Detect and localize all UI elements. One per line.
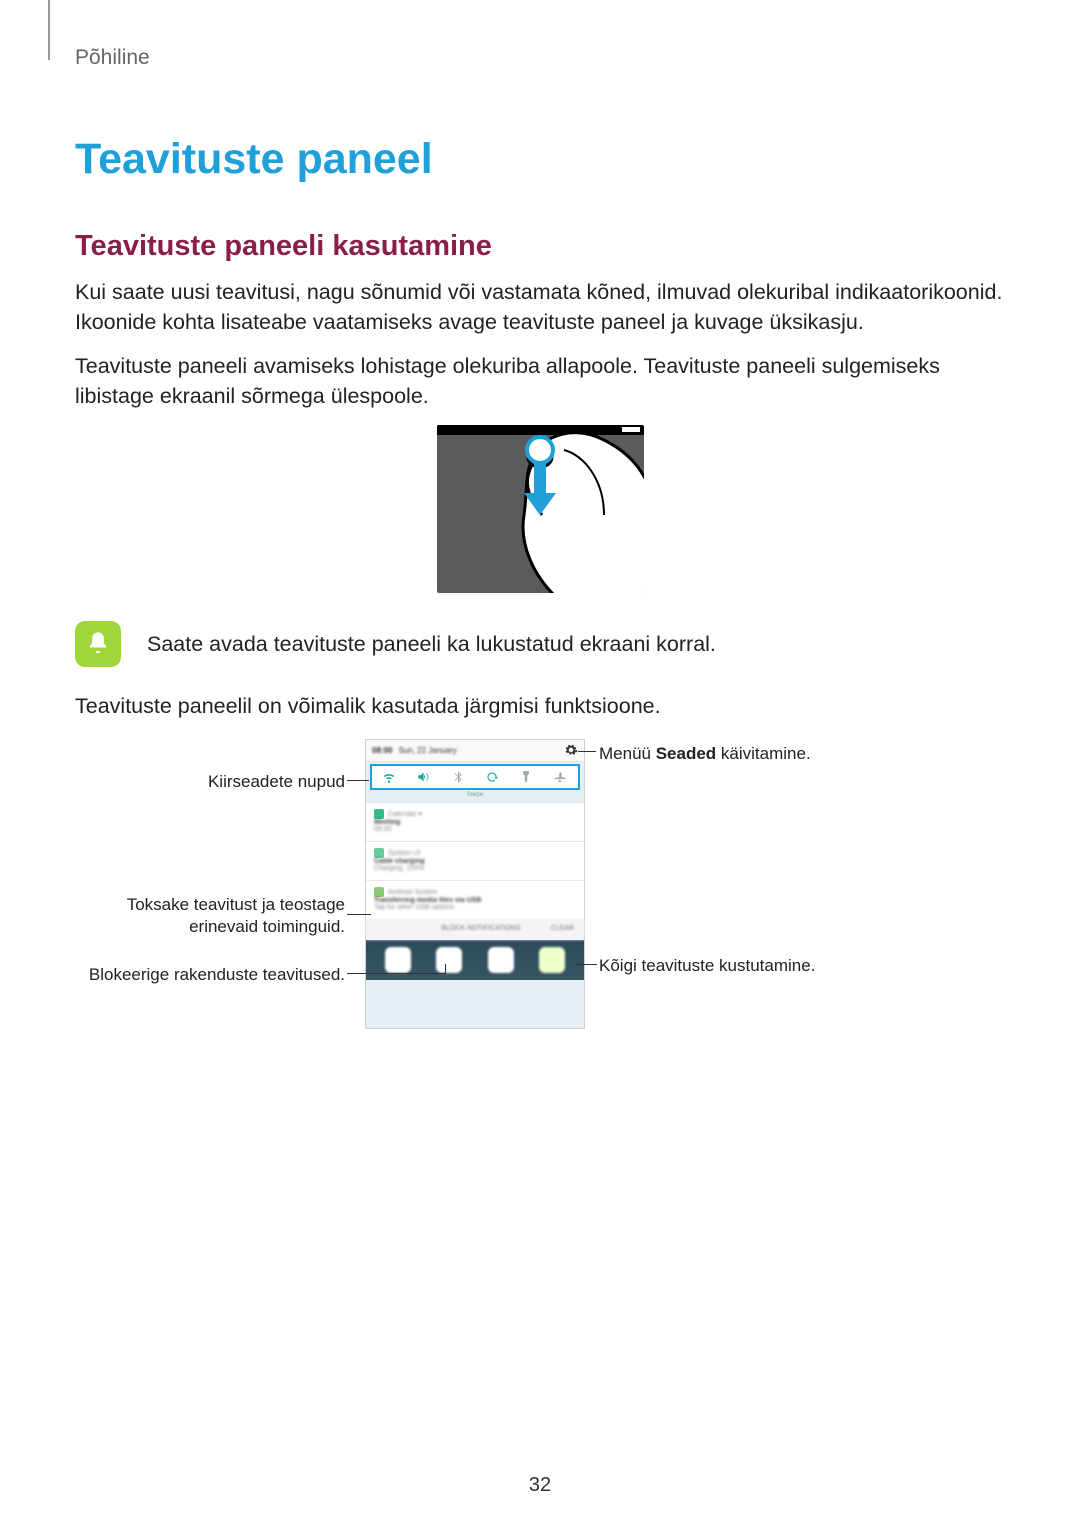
callout-bold: Seaded bbox=[656, 744, 716, 763]
phone-statusbar: 08:00 Sun, 22 January bbox=[366, 740, 584, 762]
callout-block-notifications: Blokeerige rakenduste teavitused. bbox=[75, 964, 345, 985]
notification-actions-row: BLOCK NOTIFICATIONS CLEAR bbox=[366, 919, 584, 940]
callout-line: Toksake teavitust ja teostage bbox=[127, 895, 345, 914]
sound-icon[interactable] bbox=[416, 770, 430, 784]
callout-tap-notification: Toksake teavitust ja teostage erinevaid … bbox=[75, 894, 345, 937]
paragraph-3: Teavituste paneelil on võimalik kasutada… bbox=[75, 691, 1005, 721]
callout-pre: Menüü bbox=[599, 744, 656, 763]
callout-line: erinevaid toiminguid. bbox=[189, 917, 345, 936]
notification-item-2[interactable]: System UI Cable charging Charging: 100% bbox=[366, 841, 584, 880]
block-notifications-button[interactable]: BLOCK NOTIFICATIONS bbox=[441, 925, 520, 932]
note-row: Saate avada teavituste paneeli ka lukust… bbox=[75, 621, 1005, 667]
notif-title: Cable charging bbox=[374, 858, 576, 865]
battery-icon bbox=[374, 848, 384, 858]
notif-app: Calendar bbox=[388, 811, 416, 818]
gear-icon[interactable] bbox=[564, 743, 578, 759]
notif-sub: 08:00 bbox=[374, 826, 576, 833]
leader-line bbox=[347, 973, 445, 974]
status-time: 08:00 bbox=[372, 746, 392, 755]
notif-sub: Tap for other USB options. bbox=[374, 904, 576, 911]
breadcrumb: Põhiline bbox=[75, 46, 1005, 70]
top-rule-decoration bbox=[48, 0, 50, 60]
apps-drawer-icon[interactable] bbox=[539, 947, 565, 973]
notification-item-1[interactable]: Calendar ▾ Meeting 08:00 bbox=[366, 802, 584, 841]
callout-quick-settings: Kiirseadete nupud bbox=[75, 771, 345, 792]
paragraph-2: Teavituste paneeli avamiseks lohistage o… bbox=[75, 351, 1005, 411]
notif-sub: Charging: 100% bbox=[374, 865, 576, 872]
notif-app: Android System bbox=[388, 889, 437, 896]
notif-app: System UI bbox=[388, 850, 420, 857]
bluetooth-icon[interactable] bbox=[451, 770, 465, 784]
wifi-icon[interactable] bbox=[382, 770, 396, 784]
status-date: Sun, 22 January bbox=[398, 746, 456, 755]
figure-notification-panel: 08:00 Sun, 22 January Swipe Calendar ▾ M… bbox=[75, 739, 1005, 1069]
rotation-icon[interactable] bbox=[485, 770, 499, 784]
mail-app-icon[interactable] bbox=[385, 947, 411, 973]
swipe-down-arrow-icon bbox=[525, 435, 555, 517]
quick-settings-row[interactable] bbox=[370, 764, 580, 790]
calendar-icon bbox=[374, 809, 384, 819]
notif-title: Meeting bbox=[374, 819, 576, 826]
phone-screenshot: 08:00 Sun, 22 January Swipe Calendar ▾ M… bbox=[365, 739, 585, 1029]
play-store-icon[interactable] bbox=[488, 947, 514, 973]
leader-line bbox=[445, 964, 446, 974]
android-icon bbox=[374, 887, 384, 897]
leader-line bbox=[575, 964, 597, 965]
qs-sublabel: Swipe bbox=[366, 790, 584, 802]
page: Põhiline Teavituste paneel Teavituste pa… bbox=[0, 0, 1080, 1069]
page-title: Teavituste paneel bbox=[75, 135, 1005, 184]
leader-line bbox=[578, 751, 596, 752]
section-title: Teavituste paneeli kasutamine bbox=[75, 230, 1005, 263]
callout-settings-menu: Menüü Seaded käivitamine. bbox=[599, 743, 811, 764]
note-text: Saate avada teavituste paneeli ka lukust… bbox=[147, 632, 716, 657]
airplane-icon[interactable] bbox=[554, 770, 568, 784]
notif-title: Transferring media files via USB bbox=[374, 897, 576, 904]
flashlight-icon[interactable] bbox=[519, 770, 533, 784]
browser-app-icon[interactable] bbox=[436, 947, 462, 973]
leader-line bbox=[347, 780, 369, 781]
bell-note-icon bbox=[75, 621, 121, 667]
leader-line bbox=[347, 914, 371, 915]
callout-post: käivitamine. bbox=[716, 744, 810, 763]
callout-clear-all: Kõigi teavituste kustutamine. bbox=[599, 955, 815, 976]
page-number: 32 bbox=[0, 1474, 1080, 1497]
phone-dock bbox=[366, 940, 584, 980]
hand-icon bbox=[494, 425, 644, 593]
figure-swipe-down bbox=[75, 425, 1005, 593]
paragraph-1: Kui saate uusi teavitusi, nagu sõnumid v… bbox=[75, 277, 1005, 337]
phone-gesture-illustration bbox=[437, 425, 644, 593]
notification-item-3[interactable]: Android System Transferring media files … bbox=[366, 880, 584, 919]
clear-notifications-button[interactable]: CLEAR bbox=[551, 925, 574, 932]
